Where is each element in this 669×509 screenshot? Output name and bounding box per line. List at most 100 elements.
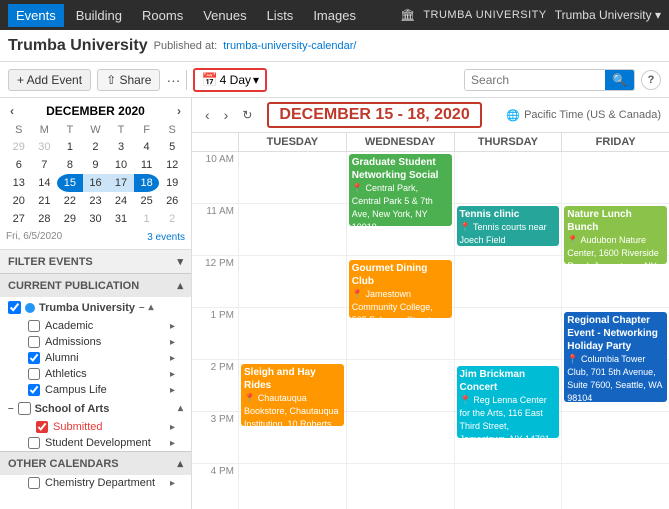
- event-sleigh-hay-rides[interactable]: Sleigh and Hay Rides 📍 Chautauqua Bookst…: [241, 364, 344, 426]
- submitted-arrow: ▸: [170, 422, 175, 433]
- thu-cell-1: [455, 152, 562, 204]
- athletics-checkbox[interactable]: [28, 368, 40, 380]
- other-cals-header[interactable]: OTHER CALENDARS ▴: [0, 451, 191, 475]
- trumba-univ-group[interactable]: Trumba University – ▴: [0, 297, 191, 318]
- date-nav-next[interactable]: ›: [219, 105, 234, 125]
- mini-cal-day[interactable]: 2: [83, 138, 109, 156]
- mini-cal-day[interactable]: 15: [57, 174, 83, 192]
- mini-cal-day[interactable]: 1: [57, 138, 83, 156]
- mini-cal-day[interactable]: 25: [134, 192, 160, 210]
- mini-cal-day[interactable]: 21: [32, 192, 58, 210]
- event-grad-networking[interactable]: Graduate Student Networking Social 📍 Cen…: [349, 154, 452, 226]
- trumba-univ-checkbox[interactable]: [8, 301, 21, 314]
- nav-item-images[interactable]: Images: [305, 4, 364, 27]
- mini-cal-day[interactable]: 1: [134, 210, 160, 228]
- chemistry-label: Chemistry Department: [45, 477, 155, 489]
- mini-cal-day[interactable]: 17: [108, 174, 134, 192]
- mini-cal-day[interactable]: 6: [6, 156, 32, 174]
- date-nav-refresh[interactable]: ↻: [237, 106, 257, 124]
- filter-events-header[interactable]: FILTER EVENTS ▾: [0, 249, 191, 273]
- mini-cal-day[interactable]: 5: [159, 138, 185, 156]
- date-nav-prev[interactable]: ‹: [200, 105, 215, 125]
- campus-life-checkbox[interactable]: [28, 384, 40, 396]
- help-button[interactable]: ?: [641, 70, 661, 90]
- mini-cal-day[interactable]: 30: [32, 138, 58, 156]
- mini-cal-day[interactable]: 24: [108, 192, 134, 210]
- mini-cal-day[interactable]: 23: [83, 192, 109, 210]
- nav-item-building[interactable]: Building: [68, 4, 130, 27]
- filter-submitted[interactable]: Submitted ▸: [0, 419, 191, 435]
- current-pub-header[interactable]: CURRENT PUBLICATION ▴: [0, 273, 191, 297]
- mini-cal-day[interactable]: 19: [159, 174, 185, 192]
- filter-admissions[interactable]: Admissions ▸: [0, 334, 191, 350]
- mini-cal-day[interactable]: 16: [83, 174, 109, 192]
- mini-cal-next[interactable]: ›: [173, 104, 185, 118]
- event-location: 📍 Chautauqua Bookstore, Chautauqua Insti…: [244, 393, 339, 426]
- pub-url[interactable]: trumba-university-calendar/: [223, 40, 356, 52]
- mini-cal-day[interactable]: 30: [83, 210, 109, 228]
- share-button[interactable]: ⇧ Share: [97, 69, 160, 91]
- nav-item-venues[interactable]: Venues: [195, 4, 254, 27]
- chemistry-arrow: ▸: [170, 478, 175, 489]
- mini-cal-day[interactable]: 28: [32, 210, 58, 228]
- share-dots[interactable]: ···: [166, 72, 180, 88]
- mini-cal-day[interactable]: 31: [108, 210, 134, 228]
- trumba-univ-label: Trumba University: [39, 302, 135, 314]
- mini-cal-day[interactable]: 13: [6, 174, 32, 192]
- university-dropdown[interactable]: Trumba University ▾: [555, 8, 661, 22]
- mini-cal-day[interactable]: 12: [159, 156, 185, 174]
- mini-cal-day[interactable]: 18: [134, 174, 160, 192]
- nav-item-rooms[interactable]: Rooms: [134, 4, 191, 27]
- nav-item-events[interactable]: Events: [8, 4, 64, 27]
- more-events-badge[interactable]: 3 events: [147, 232, 185, 243]
- search-input[interactable]: [465, 70, 605, 90]
- mini-cal-day[interactable]: 29: [6, 138, 32, 156]
- mini-cal-day[interactable]: 20: [6, 192, 32, 210]
- mini-cal-day[interactable]: 2: [159, 210, 185, 228]
- mini-cal-prev[interactable]: ‹: [6, 104, 18, 118]
- fri-cell-7: [562, 464, 669, 509]
- filter-student-dev[interactable]: Student Development ▸: [0, 435, 191, 451]
- add-event-button[interactable]: + Add Event: [8, 69, 91, 91]
- alumni-checkbox[interactable]: [28, 352, 40, 364]
- day-header-t2: T: [108, 122, 134, 138]
- search-button[interactable]: 🔍: [605, 70, 634, 90]
- event-nature-lunch[interactable]: Nature Lunch Bunch 📍 Audubon Nature Cent…: [564, 206, 667, 264]
- filter-academic[interactable]: Academic ▸: [0, 318, 191, 334]
- event-jim-brickman[interactable]: Jim Brickman Concert 📍 Reg Lenna Center …: [457, 366, 560, 438]
- mini-cal-day[interactable]: 11: [134, 156, 160, 174]
- mini-cal-day[interactable]: 29: [57, 210, 83, 228]
- mini-cal-day[interactable]: 14: [32, 174, 58, 192]
- view-selector[interactable]: 📅 4 Day ▾: [193, 68, 267, 92]
- mini-cal-day[interactable]: 10: [108, 156, 134, 174]
- filter-athletics[interactable]: Athletics ▸: [0, 366, 191, 382]
- tue-cell-7: [239, 464, 346, 509]
- filter-alumni[interactable]: Alumni ▸: [0, 350, 191, 366]
- school-arts-group[interactable]: – School of Arts ▴: [0, 398, 191, 419]
- mini-cal-day[interactable]: 4: [134, 138, 160, 156]
- school-arts-checkbox[interactable]: [18, 402, 31, 415]
- nav-item-lists[interactable]: Lists: [259, 4, 302, 27]
- event-tennis-clinic[interactable]: Tennis clinic 📍 Tennis courts near Joech…: [457, 206, 560, 246]
- submitted-checkbox[interactable]: [36, 421, 48, 433]
- student-dev-checkbox[interactable]: [28, 437, 40, 449]
- mini-cal-day[interactable]: 22: [57, 192, 83, 210]
- campus-life-arrow: ▸: [170, 385, 175, 396]
- admissions-checkbox[interactable]: [28, 336, 40, 348]
- mini-cal-day[interactable]: 3: [108, 138, 134, 156]
- event-regional-chapter[interactable]: Regional Chapter Event - Networking Holi…: [564, 312, 667, 402]
- filter-chemistry[interactable]: Chemistry Department ▸: [0, 475, 191, 491]
- mini-cal-day[interactable]: 8: [57, 156, 83, 174]
- event-location: 📍 Tennis courts near Joech Field: [460, 222, 547, 245]
- mini-cal-day[interactable]: 26: [159, 192, 185, 210]
- event-gourmet-dining[interactable]: Gourmet Dining Club 📍 Jamestown Communit…: [349, 260, 452, 318]
- mini-cal-day[interactable]: 9: [83, 156, 109, 174]
- filter-campus-life[interactable]: Campus Life ▸: [0, 382, 191, 398]
- chemistry-checkbox[interactable]: [28, 477, 40, 489]
- mini-cal-day[interactable]: 27: [6, 210, 32, 228]
- other-cals-title: OTHER CALENDARS: [8, 458, 119, 470]
- mini-cal-day[interactable]: 7: [32, 156, 58, 174]
- academic-checkbox[interactable]: [28, 320, 40, 332]
- school-arts-chevron: ▴: [178, 403, 183, 414]
- time-12pm: 12 PM: [192, 256, 238, 308]
